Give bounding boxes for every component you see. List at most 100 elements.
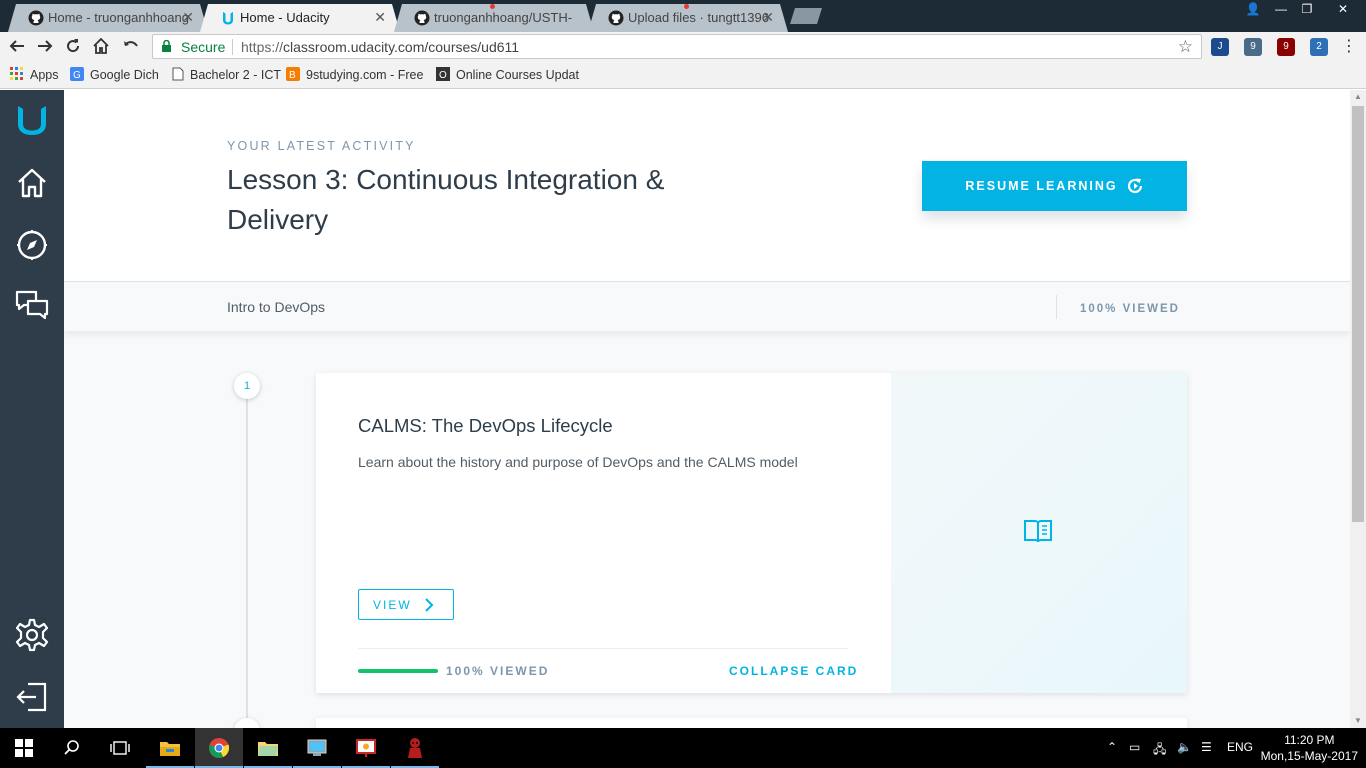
j-extension-icon[interactable]: J <box>1211 38 1229 56</box>
udacity-logo-icon[interactable] <box>14 102 50 138</box>
folder-icon <box>258 742 278 756</box>
checkmark-extension-icon[interactable]: 2 <box>1310 38 1328 56</box>
udacity-sidebar <box>0 90 64 728</box>
next-lesson-number-badge <box>234 718 260 728</box>
chrome-icon <box>209 738 230 758</box>
view-lesson-label: VIEW <box>373 597 412 612</box>
system-clock[interactable]: 11:20 PM Mon,15-May-2017 <box>1261 732 1358 764</box>
forward-arrow-icon[interactable] <box>34 37 56 57</box>
github-icon <box>608 10 624 26</box>
scroll-down-arrow-icon[interactable]: ▼ <box>1350 714 1366 728</box>
tab-github-usth[interactable]: truonganhhoang/USTH- <box>394 4 594 32</box>
folder-app-button[interactable] <box>244 728 292 768</box>
svg-text:G: G <box>73 70 81 81</box>
new-tab-button[interactable] <box>790 8 822 24</box>
notification-dot <box>684 4 689 9</box>
notification-dot <box>490 4 495 9</box>
latest-activity-label: YOUR LATEST ACTIVITY <box>227 139 416 153</box>
lesson-card-description: Learn about the history and purpose of D… <box>358 454 798 470</box>
card-divider <box>358 648 848 649</box>
action-center-icon[interactable]: ☰ <box>1201 740 1212 754</box>
bookmark-bachelor[interactable]: Bachelor 2 - ICT <box>190 68 281 82</box>
control-panel-icon <box>307 739 327 756</box>
scroll-up-arrow-icon[interactable]: ▲ <box>1350 90 1366 104</box>
svg-text:O: O <box>439 70 447 81</box>
scroll-thumb[interactable] <box>1352 106 1364 522</box>
tab-close-icon[interactable]: ✕ <box>374 9 386 26</box>
settings-gear-icon[interactable] <box>14 617 50 653</box>
logout-icon[interactable] <box>14 679 50 715</box>
resume-refresh-icon <box>1127 178 1142 194</box>
open-book-icon <box>1024 520 1052 543</box>
url-host-path: classroom.udacity.com/courses/ud611 <box>283 39 520 55</box>
browser-tab-bar: Home - truonganhhoang ✕ Home - Udacity ✕… <box>0 0 1366 32</box>
github-icon <box>28 10 44 26</box>
ublock-extension-icon[interactable]: 9 <box>1277 38 1295 56</box>
course-name[interactable]: Intro to DevOps <box>227 299 325 315</box>
restore-button[interactable]: ❐ <box>1294 0 1320 18</box>
volume-icon[interactable]: 🔈 <box>1177 740 1192 754</box>
collapse-card-link[interactable]: COLLAPSE CARD <box>729 664 858 678</box>
presentation-app-button[interactable] <box>342 728 390 768</box>
control-panel-button[interactable] <box>293 728 341 768</box>
reload-icon[interactable] <box>62 37 84 57</box>
network-adapter-icon[interactable]: ▭ <box>1129 740 1140 754</box>
address-bar[interactable]: Secure https://classroom.udacity.com/cou… <box>152 34 1202 59</box>
tab-close-icon[interactable]: ✕ <box>762 9 774 26</box>
game-icon <box>408 738 422 758</box>
lock-icon <box>162 40 171 52</box>
lesson-card-title[interactable]: CALMS: The DevOps Lifecycle <box>358 415 613 437</box>
bookmark-online-courses[interactable]: Online Courses Updat <box>456 68 579 82</box>
blogger-icon: B <box>286 67 300 81</box>
chrome-button[interactable] <box>195 728 243 768</box>
bookmark-google-dich[interactable]: Google Dich <box>90 68 159 82</box>
minimize-button[interactable]: — <box>1268 0 1294 18</box>
game-app-button[interactable] <box>391 728 439 768</box>
shield-extension-icon[interactable]: 9 <box>1244 38 1262 56</box>
udacity-icon <box>220 10 236 26</box>
course-summary-bar: Intro to DevOps 100% VIEWED <box>64 283 1350 331</box>
page-scrollbar[interactable]: ▲ ▼ <box>1350 90 1366 728</box>
search-button[interactable] <box>48 728 96 768</box>
bookmark-9studying[interactable]: 9studying.com - Free <box>306 68 423 82</box>
undo-icon[interactable] <box>120 37 142 57</box>
input-language[interactable]: ENG <box>1227 740 1253 754</box>
task-view-button[interactable] <box>96 728 144 768</box>
back-arrow-icon[interactable] <box>6 37 28 57</box>
user-profile-button[interactable]: 👤 <box>1240 0 1266 18</box>
home-icon[interactable] <box>90 37 112 57</box>
next-lesson-card <box>316 718 1187 728</box>
chat-bubbles-icon[interactable] <box>14 288 50 324</box>
home-icon[interactable] <box>14 165 50 201</box>
search-icon <box>64 740 79 755</box>
o-square-icon: O <box>436 67 450 81</box>
view-lesson-button[interactable]: VIEW <box>358 589 454 620</box>
resume-learning-button[interactable]: RESUME LEARNING <box>922 161 1187 211</box>
url-text[interactable]: https://classroom.udacity.com/courses/ud… <box>241 39 519 55</box>
close-window-button[interactable]: ✕ <box>1326 0 1360 18</box>
lesson-timeline <box>246 386 248 728</box>
clock-date: Mon,15-May-2017 <box>1260 749 1358 763</box>
show-hidden-icons-chevron-icon[interactable]: ⌃ <box>1107 740 1117 754</box>
tab-github-home[interactable]: Home - truonganhhoang ✕ <box>8 4 208 32</box>
apps-grid-icon <box>10 67 23 80</box>
compass-icon[interactable] <box>14 227 50 263</box>
tab-title: truonganhhoang/USTH- <box>434 10 573 25</box>
google-translate-icon: G <box>70 67 84 81</box>
lesson-progress-bar <box>358 669 438 673</box>
page-icon <box>172 67 184 81</box>
tab-upload-files[interactable]: Upload files · tungtt1396 ✕ <box>588 4 788 32</box>
network-icon[interactable]: 🖧 <box>1153 740 1166 761</box>
clock-time: 11:20 PM <box>1284 733 1335 747</box>
presentation-icon <box>356 739 376 757</box>
start-button[interactable] <box>0 728 48 768</box>
chevron-right-icon <box>424 597 434 612</box>
bookmark-star-icon[interactable]: ☆ <box>1178 37 1193 57</box>
bookmark-apps[interactable]: Apps <box>30 68 59 82</box>
tab-close-icon[interactable]: ✕ <box>182 9 194 26</box>
file-explorer-button[interactable] <box>146 728 194 768</box>
latest-lesson-title[interactable]: Lesson 3: Continuous Integration & Deliv… <box>227 160 667 240</box>
menu-kebab-icon[interactable]: ⋮ <box>1340 38 1358 56</box>
course-bar-divider <box>1056 295 1057 319</box>
tab-udacity-home[interactable]: Home - Udacity ✕ <box>200 4 400 32</box>
